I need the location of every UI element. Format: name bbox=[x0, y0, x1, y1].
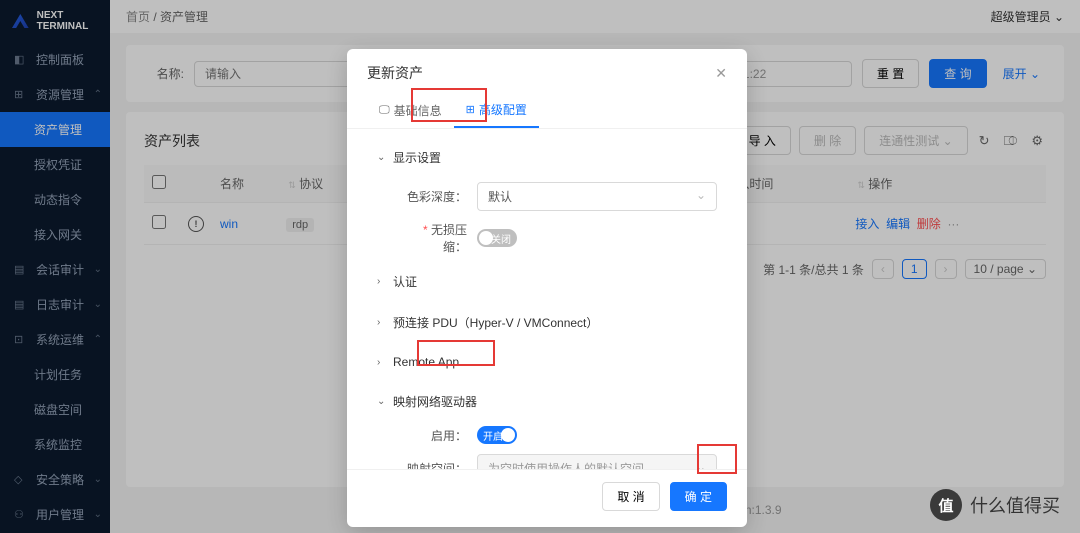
section-display[interactable]: ⌄显示设置 bbox=[377, 143, 717, 172]
tab-basic[interactable]: 🖵基础信息 bbox=[367, 93, 454, 128]
space-select[interactable]: 为空时使用操作人的默认空间 bbox=[477, 454, 717, 469]
close-icon[interactable]: ✕ bbox=[715, 65, 727, 82]
watermark-badge-icon: 值 bbox=[930, 489, 962, 521]
config-icon: ⊞ bbox=[466, 103, 475, 116]
modal-title: 更新资产 bbox=[367, 63, 423, 83]
update-asset-modal: 更新资产 ✕ 🖵基础信息 ⊞高级配置 ⌄显示设置 色彩深度： 默认 无损压缩： … bbox=[347, 49, 747, 527]
enable-label: 启用： bbox=[399, 427, 467, 444]
section-pdu[interactable]: ›预连接 PDU（Hyper-V / VMConnect） bbox=[377, 308, 717, 337]
monitor-icon: 🖵 bbox=[379, 104, 390, 117]
tab-advanced[interactable]: ⊞高级配置 bbox=[454, 93, 539, 128]
color-depth-select[interactable]: 默认 bbox=[477, 182, 717, 211]
lossless-label: 无损压缩： bbox=[399, 221, 467, 255]
chevron-right-icon: › bbox=[377, 357, 387, 368]
section-drive[interactable]: ⌄映射网络驱动器 bbox=[377, 387, 717, 416]
chevron-right-icon: › bbox=[377, 276, 387, 287]
enable-switch[interactable]: 开启 bbox=[477, 426, 517, 444]
watermark: 值 什么值得买 bbox=[930, 489, 1060, 521]
section-auth[interactable]: ›认证 bbox=[377, 267, 717, 296]
chevron-down-icon: ⌄ bbox=[377, 152, 387, 163]
lossless-switch[interactable]: 关闭 bbox=[477, 229, 517, 247]
ok-button[interactable]: 确 定 bbox=[670, 482, 727, 511]
section-remoteapp[interactable]: ›Remote App bbox=[377, 349, 717, 375]
cancel-button[interactable]: 取 消 bbox=[602, 482, 659, 511]
space-label: 映射空间： bbox=[399, 460, 467, 469]
chevron-right-icon: › bbox=[377, 317, 387, 328]
chevron-down-icon: ⌄ bbox=[377, 396, 387, 407]
color-depth-label: 色彩深度： bbox=[399, 188, 467, 205]
